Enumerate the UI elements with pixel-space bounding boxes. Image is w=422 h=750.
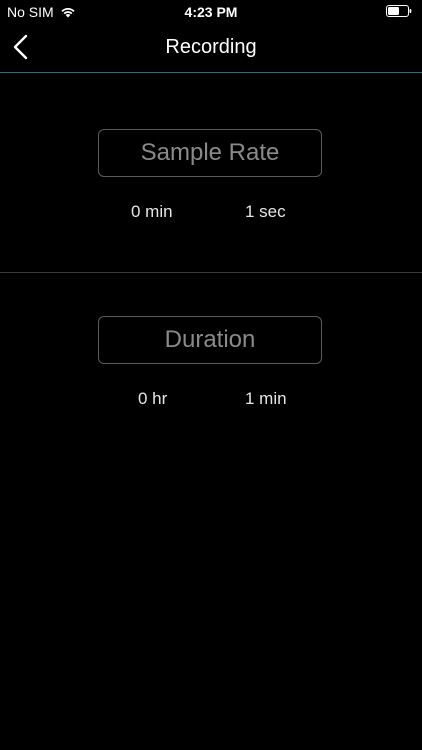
navigation-bar: Recording <box>0 24 422 73</box>
duration-minutes[interactable]: 1 min <box>245 389 287 409</box>
sample-rate-seconds[interactable]: 1 sec <box>245 202 286 222</box>
status-bar: No SIM 4:23 PM <box>0 0 422 24</box>
sample-rate-button[interactable]: Sample Rate <box>98 129 322 177</box>
section-divider <box>0 272 422 273</box>
duration-button[interactable]: Duration <box>98 316 322 364</box>
sample-rate-minutes[interactable]: 0 min <box>131 202 173 222</box>
battery-icon <box>386 5 412 17</box>
status-time: 4:23 PM <box>184 4 238 20</box>
page-title: Recording <box>165 36 257 58</box>
duration-hours[interactable]: 0 hr <box>138 389 167 409</box>
